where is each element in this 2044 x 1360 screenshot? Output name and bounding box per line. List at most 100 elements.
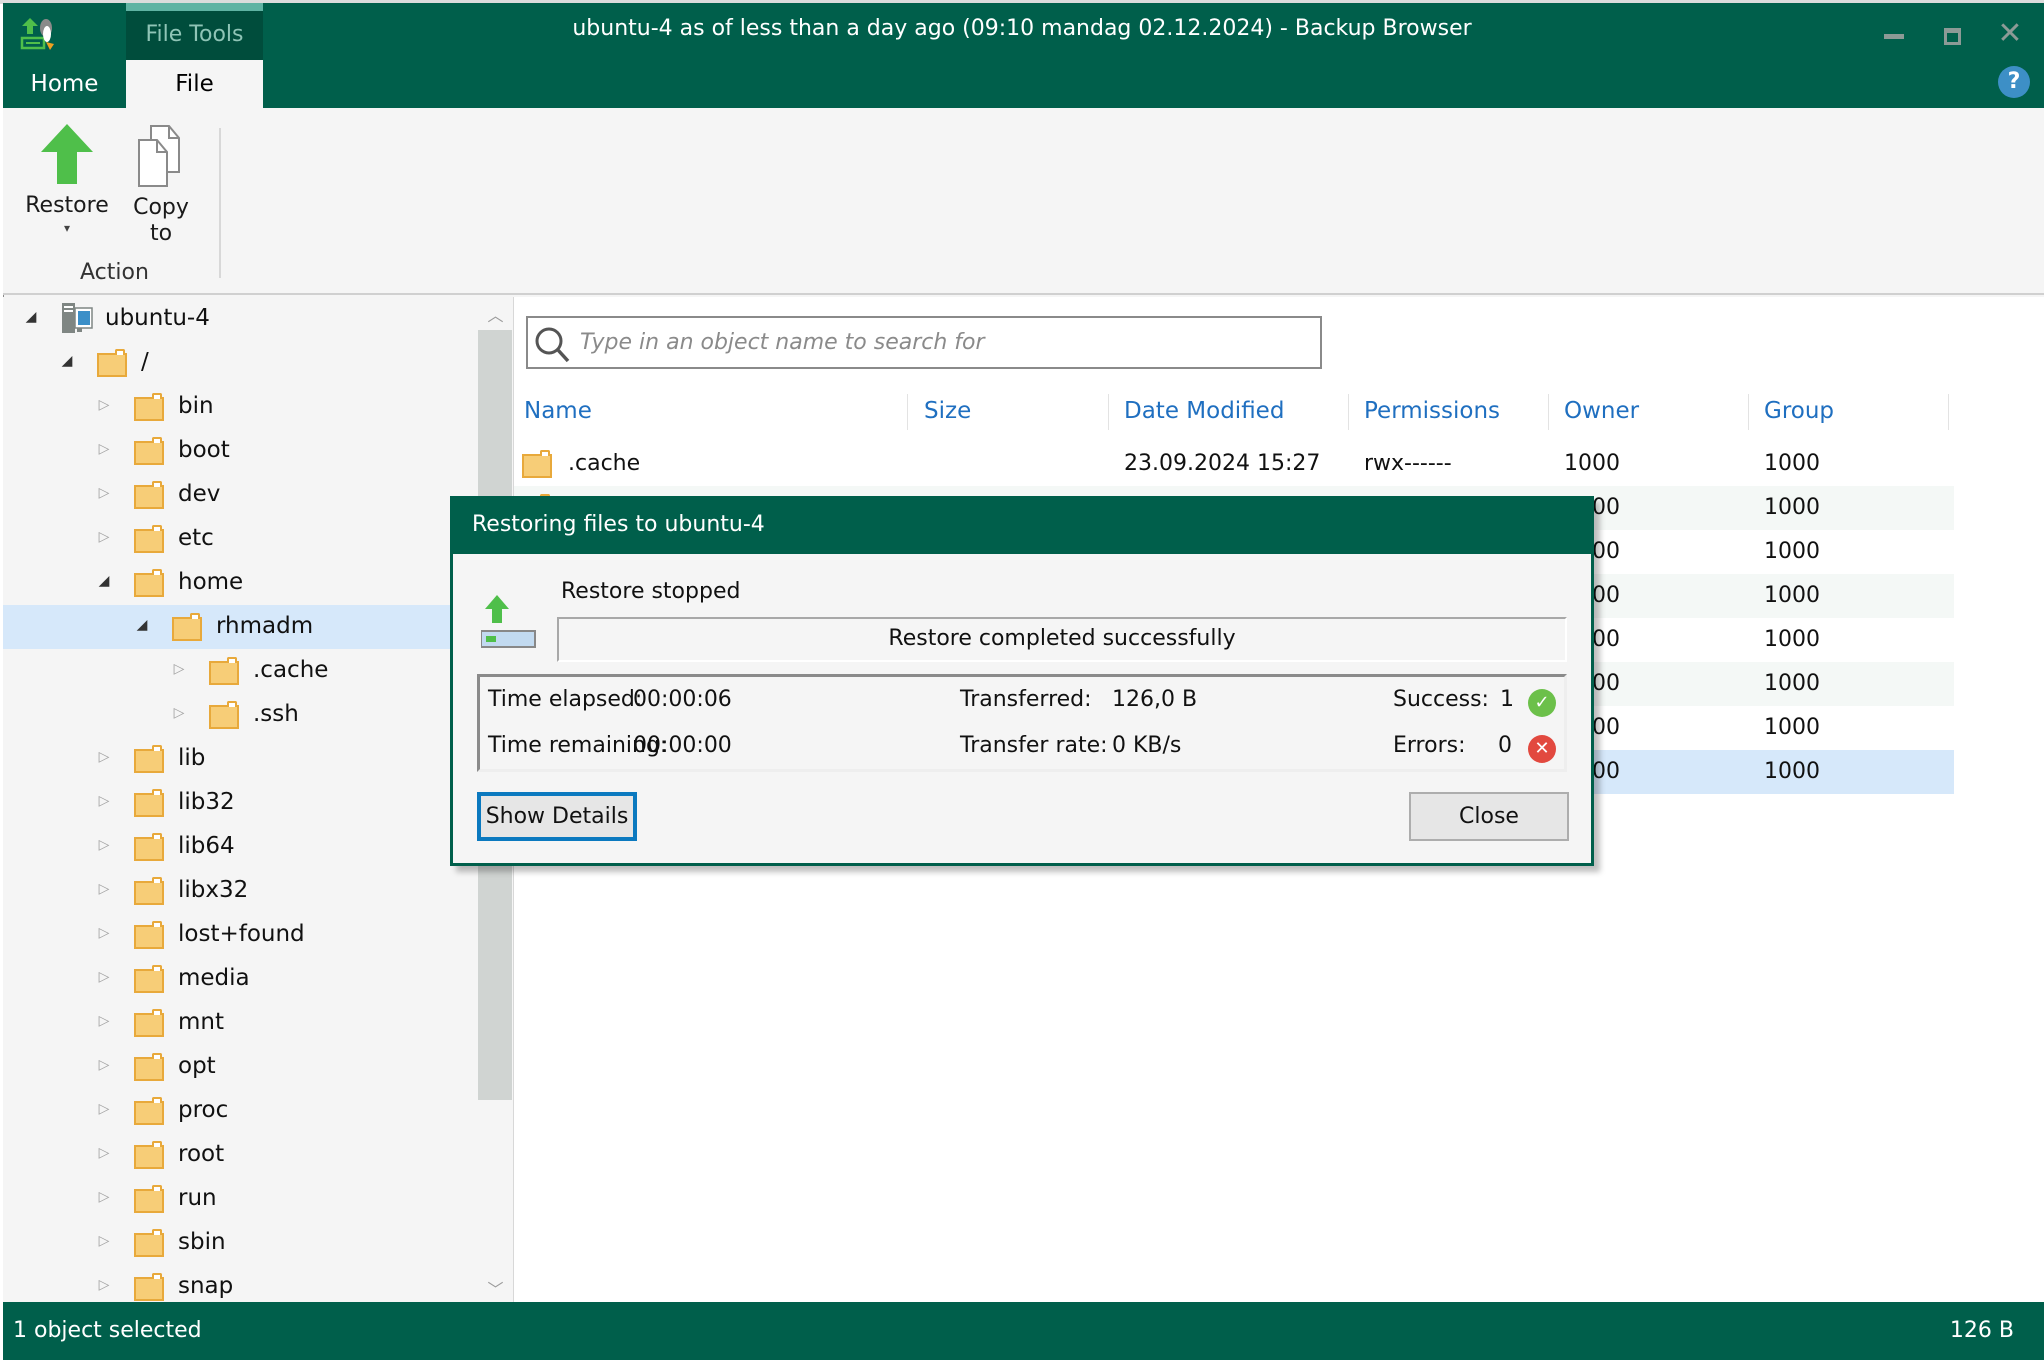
tree-item[interactable]: ◢ / bbox=[3, 341, 481, 385]
tree-item-label: ubuntu-4 bbox=[105, 305, 210, 331]
column-header-date-modified[interactable]: Date Modified bbox=[1124, 398, 1284, 424]
tree-item[interactable]: ▷ mnt bbox=[3, 1001, 481, 1045]
cell-group: 1000 bbox=[1764, 451, 1820, 476]
minimize-button[interactable] bbox=[1874, 16, 1914, 56]
scroll-up-arrow-icon[interactable]: ︿ bbox=[478, 302, 513, 326]
tree-item-label: proc bbox=[178, 1097, 229, 1123]
tree-item[interactable]: ▷ bin bbox=[3, 385, 481, 429]
expand-arrow-icon[interactable]: ▷ bbox=[96, 1055, 112, 1075]
tree-item[interactable]: ▷ lib32 bbox=[3, 781, 481, 825]
tree-item[interactable]: ▷ media bbox=[3, 957, 481, 1001]
cell-permissions: rwx------ bbox=[1364, 451, 1452, 476]
expand-arrow-icon[interactable]: ▷ bbox=[171, 703, 187, 723]
tree-item-label: libx32 bbox=[178, 877, 249, 903]
expand-arrow-icon[interactable]: ▷ bbox=[96, 923, 112, 943]
tree-item[interactable]: ▷ dev bbox=[3, 473, 481, 517]
copy-to-button[interactable]: Copy to bbox=[124, 124, 198, 247]
folder-tree[interactable]: ◢ ubuntu-4 ◢ / ▷ bin ▷ boot ▷ dev ▷ etc ◢ home ◢ rhmadm… bbox=[3, 297, 513, 1302]
close-window-button[interactable]: ✕ bbox=[1990, 14, 2030, 54]
tree-item[interactable]: ▷ lost+found bbox=[3, 913, 481, 957]
column-separator[interactable] bbox=[1108, 394, 1109, 430]
column-separator[interactable] bbox=[1948, 394, 1949, 430]
tree-item[interactable]: ▷ etc bbox=[3, 517, 481, 561]
tree-item[interactable]: ▷ lib bbox=[3, 737, 481, 781]
collapse-arrow-icon[interactable]: ◢ bbox=[23, 307, 39, 327]
column-header-owner[interactable]: Owner bbox=[1564, 398, 1639, 424]
column-header-permissions[interactable]: Permissions bbox=[1364, 398, 1500, 424]
scroll-down-arrow-icon[interactable]: ﹀ bbox=[478, 1276, 513, 1300]
expand-arrow-icon[interactable]: ▷ bbox=[96, 879, 112, 899]
expand-arrow-icon[interactable]: ▷ bbox=[96, 835, 112, 855]
folder-icon bbox=[134, 877, 164, 905]
restore-progress-dialog: Restoring files to ubuntu-4 Restore stop… bbox=[450, 496, 1594, 866]
expand-arrow-icon[interactable]: ▷ bbox=[96, 791, 112, 811]
help-button[interactable]: ? bbox=[1998, 66, 2030, 98]
folder-icon bbox=[134, 393, 164, 421]
tree-item[interactable]: ▷ sbin bbox=[3, 1221, 481, 1265]
tree-item[interactable]: ▷ run bbox=[3, 1177, 481, 1221]
table-row[interactable]: .cache 23.09.2024 15:27 rwx------ 1000 1000 bbox=[514, 442, 1954, 486]
tree-item[interactable]: ▷ libx32 bbox=[3, 869, 481, 913]
close-button[interactable]: Close bbox=[1409, 792, 1569, 841]
tree-item-label: etc bbox=[178, 525, 214, 551]
expand-arrow-icon[interactable]: ▷ bbox=[96, 527, 112, 547]
expand-arrow-icon[interactable]: ▷ bbox=[96, 1187, 112, 1207]
tree-item[interactable]: ▷ opt bbox=[3, 1045, 481, 1089]
tree-item[interactable]: ▷ boot bbox=[3, 429, 481, 473]
folder-icon bbox=[134, 1009, 164, 1037]
column-separator[interactable] bbox=[1548, 394, 1549, 430]
folder-icon bbox=[97, 349, 127, 377]
folder-icon bbox=[172, 613, 202, 641]
expand-arrow-icon[interactable]: ▷ bbox=[96, 967, 112, 987]
expand-arrow-icon[interactable]: ▷ bbox=[171, 659, 187, 679]
tree-item[interactable]: ▷ snap bbox=[3, 1265, 481, 1302]
close-icon: ✕ bbox=[1997, 16, 2023, 51]
collapse-arrow-icon[interactable]: ◢ bbox=[96, 571, 112, 591]
expand-arrow-icon[interactable]: ▷ bbox=[96, 1143, 112, 1163]
tree-item[interactable]: ▷ .ssh bbox=[3, 693, 481, 737]
folder-icon bbox=[134, 1273, 164, 1301]
search-input[interactable] bbox=[580, 318, 1300, 366]
expand-arrow-icon[interactable]: ▷ bbox=[96, 1011, 112, 1031]
expand-arrow-icon[interactable]: ▷ bbox=[96, 747, 112, 767]
expand-arrow-icon[interactable]: ▷ bbox=[96, 1231, 112, 1251]
tree-item[interactable]: ▷ proc bbox=[3, 1089, 481, 1133]
folder-icon bbox=[209, 701, 239, 729]
tree-item[interactable]: ▷ lib64 bbox=[3, 825, 481, 869]
copy-to-label-1: Copy bbox=[133, 195, 189, 220]
expand-arrow-icon[interactable]: ▷ bbox=[96, 395, 112, 415]
expand-arrow-icon[interactable]: ▷ bbox=[96, 1275, 112, 1295]
tree-item-label: .cache bbox=[253, 657, 329, 683]
expand-arrow-icon[interactable]: ▷ bbox=[96, 483, 112, 503]
help-icon: ? bbox=[2007, 69, 2021, 94]
tree-item[interactable]: ▷ .cache bbox=[3, 649, 481, 693]
success-label: Success: bbox=[1393, 687, 1489, 712]
column-header-size[interactable]: Size bbox=[924, 398, 971, 424]
column-header-name[interactable]: Name bbox=[524, 398, 592, 424]
expand-arrow-icon[interactable]: ▷ bbox=[96, 1099, 112, 1119]
restore-button[interactable]: Restore ▾ bbox=[22, 122, 112, 237]
restore-progress-bar: Restore completed successfully bbox=[557, 617, 1567, 662]
folder-icon bbox=[134, 1229, 164, 1257]
collapse-arrow-icon[interactable]: ◢ bbox=[134, 615, 150, 635]
column-header-group[interactable]: Group bbox=[1764, 398, 1834, 424]
tree-item-label: bin bbox=[178, 393, 214, 419]
tree-item[interactable]: ◢ home bbox=[3, 561, 481, 605]
tree-item[interactable]: ◢ ubuntu-4 bbox=[3, 297, 481, 341]
cell-group: 1000 bbox=[1764, 715, 1820, 740]
tab-home[interactable]: Home bbox=[3, 60, 126, 108]
collapse-arrow-icon[interactable]: ◢ bbox=[59, 351, 75, 371]
maximize-button[interactable] bbox=[1932, 16, 1972, 56]
cell-group: 1000 bbox=[1764, 583, 1820, 608]
show-details-button[interactable]: Show Details bbox=[477, 792, 637, 841]
maximize-icon bbox=[1943, 28, 1961, 45]
cell-group: 1000 bbox=[1764, 495, 1820, 520]
column-separator[interactable] bbox=[1348, 394, 1349, 430]
tree-item[interactable]: ◢ rhmadm bbox=[3, 605, 455, 649]
column-separator[interactable] bbox=[1748, 394, 1749, 430]
expand-arrow-icon[interactable]: ▷ bbox=[96, 439, 112, 459]
dialog-title: Restoring files to ubuntu-4 bbox=[453, 499, 1591, 554]
column-separator[interactable] bbox=[907, 394, 908, 430]
tab-file[interactable]: File bbox=[126, 60, 263, 108]
tree-item[interactable]: ▷ root bbox=[3, 1133, 481, 1177]
